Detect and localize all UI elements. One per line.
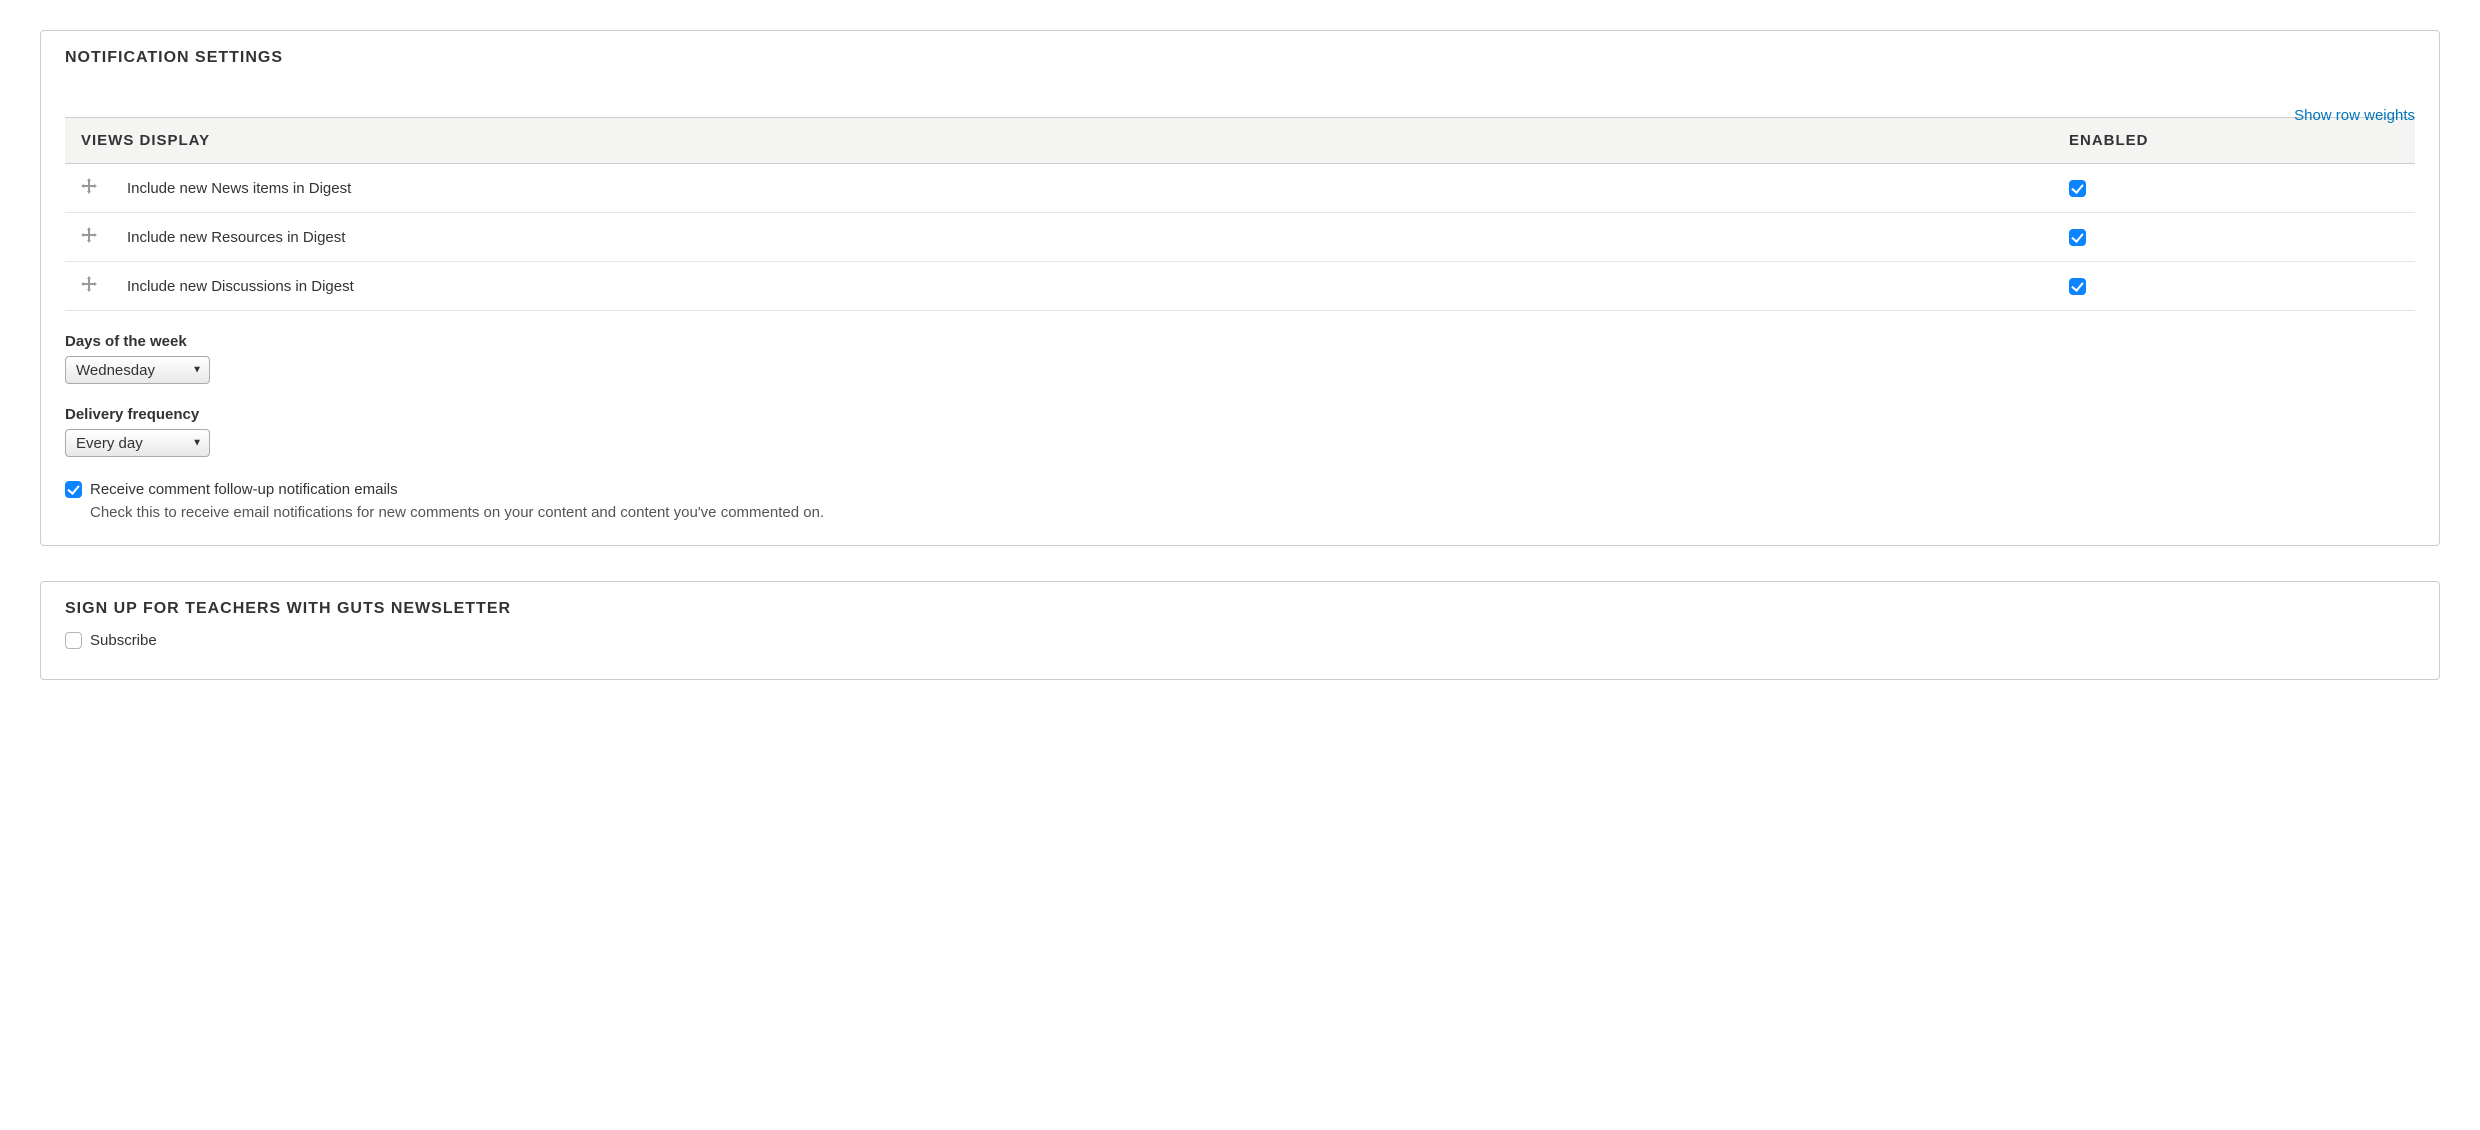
enabled-checkbox[interactable]	[2069, 180, 2086, 197]
notification-settings-fieldset: NOTIFICATION SETTINGS Show row weights V…	[40, 30, 2440, 546]
views-display-table: VIEWS DISPLAY ENABLED	[65, 117, 2415, 311]
subscribe-checkbox[interactable]	[65, 632, 82, 649]
row-label: Include new Resources in Digest	[127, 229, 345, 246]
drag-handle-icon[interactable]	[81, 276, 97, 292]
subscribe-label: Subscribe	[90, 632, 157, 649]
newsletter-title: SIGN UP FOR TEACHERS WITH GUTS NEWSLETTE…	[65, 600, 2415, 618]
delivery-frequency-select[interactable]: Every day	[65, 429, 210, 457]
column-header-enabled: ENABLED	[2053, 118, 2415, 164]
table-row: Include new Discussions in Digest	[65, 262, 2415, 311]
row-label: Include new News items in Digest	[127, 180, 351, 197]
table-row: Include new News items in Digest	[65, 164, 2415, 213]
column-header-views: VIEWS DISPLAY	[65, 118, 2053, 164]
show-row-weights-link[interactable]: Show row weights	[2294, 107, 2415, 124]
enabled-checkbox[interactable]	[2069, 278, 2086, 295]
drag-handle-icon[interactable]	[81, 178, 97, 194]
enabled-checkbox[interactable]	[2069, 229, 2086, 246]
days-of-week-select[interactable]: Wednesday	[65, 356, 210, 384]
followup-checkbox[interactable]	[65, 481, 82, 498]
followup-description: Check this to receive email notification…	[90, 504, 2415, 521]
followup-label: Receive comment follow-up notification e…	[90, 481, 398, 498]
drag-handle-icon[interactable]	[81, 227, 97, 243]
newsletter-fieldset: SIGN UP FOR TEACHERS WITH GUTS NEWSLETTE…	[40, 581, 2440, 680]
table-row: Include new Resources in Digest	[65, 213, 2415, 262]
days-of-week-label: Days of the week	[65, 333, 2415, 350]
notification-settings-title: NOTIFICATION SETTINGS	[65, 49, 2415, 67]
row-label: Include new Discussions in Digest	[127, 278, 354, 295]
delivery-frequency-label: Delivery frequency	[65, 406, 2415, 423]
